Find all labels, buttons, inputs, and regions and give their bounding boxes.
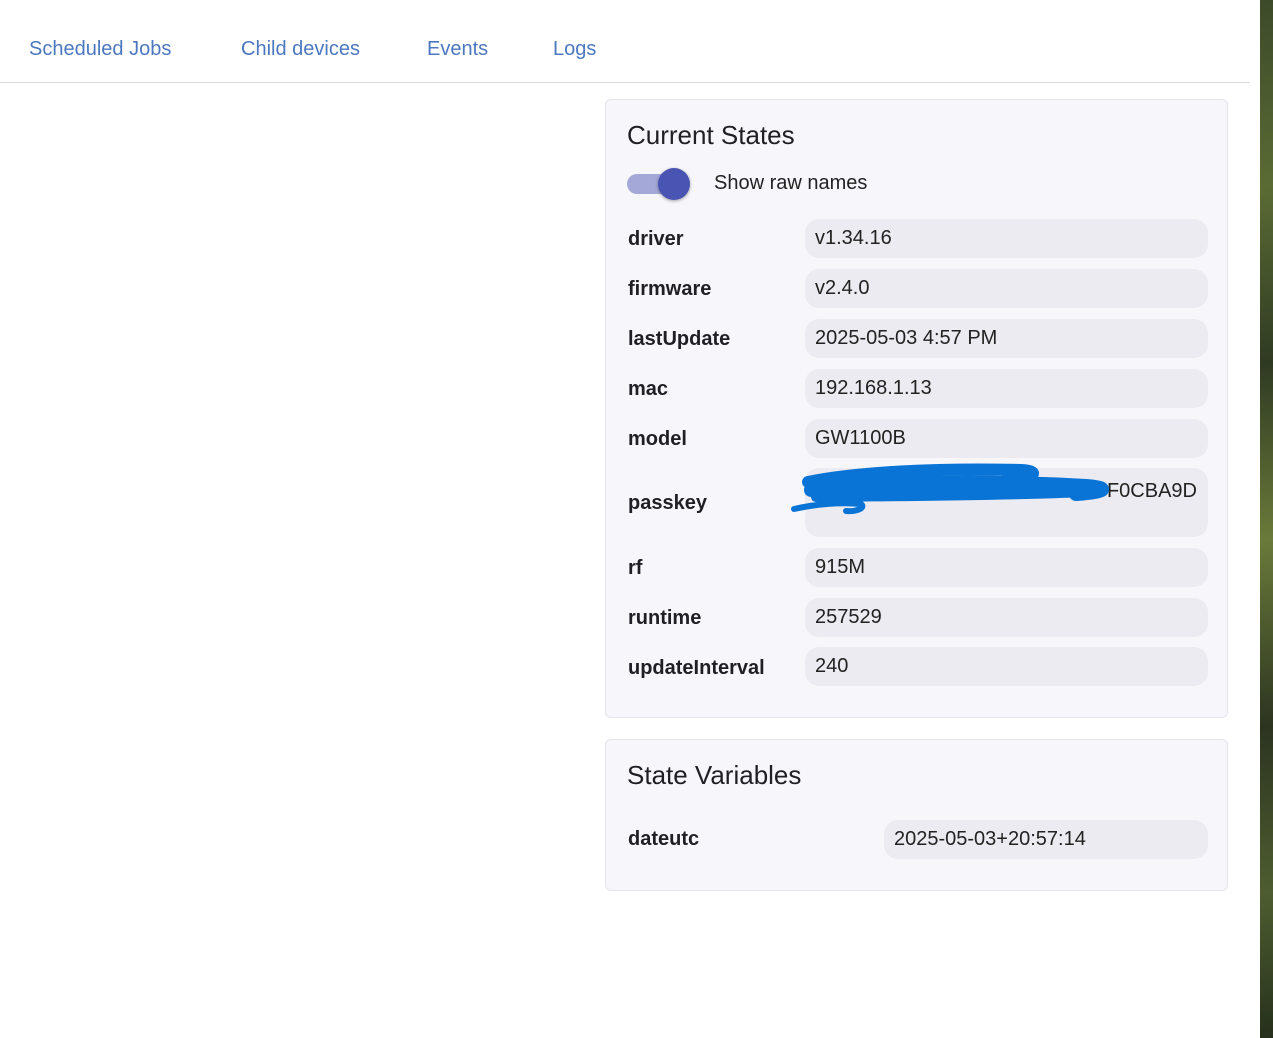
state-label-model: model [628,428,687,450]
state-label-driver: driver [628,228,684,250]
device-tabs: Scheduled Jobs Child devices Events Logs [0,0,1250,83]
state-value-mac: 192.168.1.13 [805,369,1208,408]
state-label-updateinterval: updateInterval [628,657,765,679]
state-value-updateinterval: 240 [805,647,1208,686]
current-states-title: Current States [627,120,795,150]
state-label-lastupdate: lastUpdate [628,328,731,350]
state-value-model: GW1100B [805,419,1208,458]
state-value-runtime: 257529 [805,598,1208,637]
state-variables-card: State Variables dateutc 2025-05-03+20:57… [605,739,1228,891]
state-label-runtime: runtime [628,607,702,629]
state-value-passkey: ACBDF0CBA9D [805,468,1208,537]
tab-child-devices[interactable]: Child devices [241,38,360,61]
tab-logs[interactable]: Logs [553,38,596,61]
tab-events[interactable]: Events [427,38,488,61]
background-window-edge [1260,0,1273,1038]
state-value-rf: 915M [805,548,1208,587]
state-label-rf: rf [628,557,643,579]
state-label-firmware: firmware [628,278,712,300]
state-value-driver: v1.34.16 [805,219,1208,258]
state-value-lastupdate: 2025-05-03 4:57 PM [805,319,1208,358]
tab-scheduled-jobs[interactable]: Scheduled Jobs [29,38,171,61]
state-variable-label-dateutc: dateutc [628,828,700,850]
state-variables-title: State Variables [627,760,802,790]
show-raw-names-toggle[interactable] [627,167,691,201]
state-label-mac: mac [628,378,669,400]
show-raw-names-label: Show raw names [714,172,868,194]
toggle-knob [658,168,690,200]
state-label-passkey: passkey [628,492,707,514]
passkey-text: ACBDF0CBA9D [1051,480,1197,502]
state-variable-value-dateutc: 2025-05-03+20:57:14 [884,820,1208,859]
state-value-firmware: v2.4.0 [805,269,1208,308]
current-states-card: Current States Show raw names driver v1.… [605,99,1228,718]
